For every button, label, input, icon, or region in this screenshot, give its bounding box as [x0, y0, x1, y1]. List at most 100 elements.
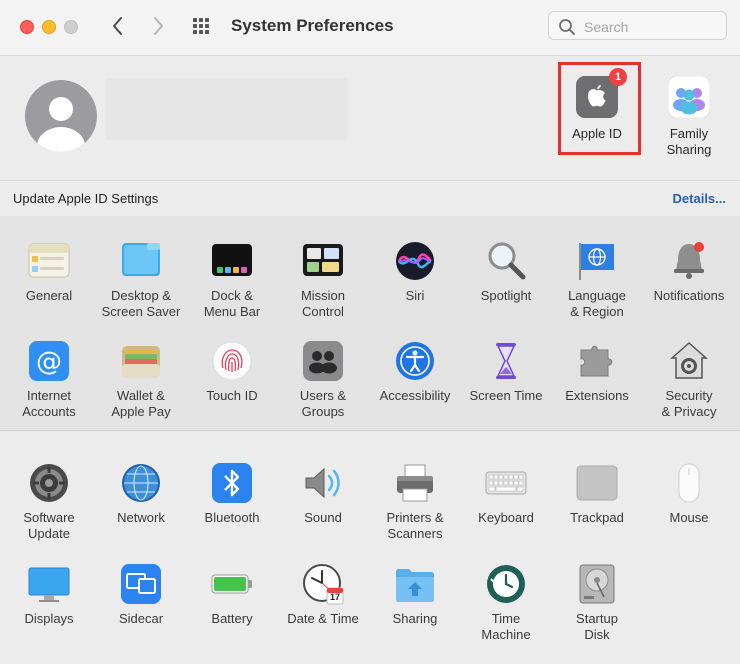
pref-spotlight[interactable]: Spotlight [460, 240, 552, 304]
pref-label: Bluetooth [204, 510, 260, 525]
pref-security-privacy[interactable]: Security & Privacy [643, 340, 735, 419]
pref-label: Trackpad [570, 510, 624, 525]
trackpad-icon [576, 462, 618, 504]
keyboard-icon [485, 462, 527, 504]
users-icon [302, 340, 344, 382]
globe-icon [120, 462, 162, 504]
apple-id-icon: 1 [576, 68, 627, 118]
zoom-window-button[interactable] [64, 20, 78, 34]
search-field[interactable] [548, 11, 727, 40]
pref-sharing[interactable]: Sharing [369, 563, 461, 627]
pref-label: Security & Privacy [661, 388, 717, 419]
pref-date-time[interactable]: 17 Date & Time [277, 563, 369, 627]
pref-label: Battery [211, 611, 253, 626]
title-bar: System Preferences [0, 0, 740, 56]
pref-time-machine[interactable]: Time Machine [460, 563, 552, 642]
family-sharing-label: Family Sharing [666, 126, 712, 157]
pref-general[interactable]: General [3, 240, 95, 304]
pref-label: Sidecar [118, 611, 164, 626]
user-avatar[interactable] [25, 80, 97, 152]
pref-desktop-screen-saver[interactable]: Desktop & Screen Saver [95, 240, 187, 319]
time-machine-icon [485, 563, 527, 605]
pref-label: Language & Region [568, 288, 626, 319]
pref-internet-accounts[interactable]: @ Internet Accounts [3, 340, 95, 419]
chevron-right-icon [154, 17, 163, 35]
sidecar-icon [120, 563, 162, 605]
search-icon [559, 19, 575, 35]
svg-text:@: @ [36, 347, 62, 377]
pref-apple-id[interactable]: 1 Apple ID [552, 68, 642, 142]
pref-section-personal: General Desktop & Screen Saver Dock & Me… [0, 216, 740, 431]
pref-label: Accessibility [379, 388, 451, 403]
pref-notifications[interactable]: Notifications [643, 240, 735, 304]
pref-label: Internet Accounts [22, 388, 76, 419]
pref-label: Extensions [565, 388, 629, 403]
show-all-button[interactable] [192, 16, 214, 36]
pref-sidecar[interactable]: Sidecar [95, 563, 187, 627]
pref-battery[interactable]: Battery [186, 563, 278, 627]
close-window-button[interactable] [20, 20, 34, 34]
pref-bluetooth[interactable]: Bluetooth [186, 462, 278, 526]
pref-label: Keyboard [478, 510, 534, 525]
pref-printers-scanners[interactable]: Printers & Scanners [369, 462, 461, 541]
pref-label: Date & Time [287, 611, 359, 626]
clock-icon: 17 [302, 563, 344, 605]
search-input[interactable] [582, 16, 724, 38]
grid-icon [193, 18, 209, 34]
disk-icon [576, 563, 618, 605]
pref-accessibility[interactable]: Accessibility [369, 340, 461, 404]
pref-software-update[interactable]: Software Update [3, 462, 95, 541]
account-name-placeholder [105, 78, 348, 140]
details-link[interactable]: Details... [673, 191, 726, 206]
pref-section-hardware: Software Update Network Bluetooth Sound … [0, 431, 740, 664]
notifications-icon [668, 240, 710, 282]
pref-displays[interactable]: Displays [3, 563, 95, 627]
pref-startup-disk[interactable]: Startup Disk [551, 563, 643, 642]
calendar-date: 17 [329, 592, 340, 602]
pref-extensions[interactable]: Extensions [551, 340, 643, 404]
window-title: System Preferences [231, 16, 394, 35]
puzzle-icon [576, 340, 618, 382]
siri-icon [394, 240, 436, 282]
forward-button[interactable] [146, 14, 170, 38]
pref-screen-time[interactable]: Screen Time [460, 340, 552, 404]
fingerprint-icon [211, 340, 253, 382]
update-apple-id-text: Update Apple ID Settings [13, 191, 159, 206]
notification-badge: 1 [609, 68, 627, 86]
pref-label: Network [117, 510, 165, 525]
pref-family-sharing[interactable]: Family Sharing [644, 75, 734, 158]
pref-mission-control[interactable]: Mission Control [277, 240, 369, 319]
accessibility-icon [394, 340, 436, 382]
gear-icon [28, 462, 70, 504]
pref-label: Wallet & Apple Pay [111, 388, 171, 419]
pref-touch-id[interactable]: Touch ID [186, 340, 278, 404]
pref-label: Printers & Scanners [386, 510, 444, 541]
pref-label: Siri [405, 288, 425, 303]
hourglass-icon [485, 340, 527, 382]
display-icon [28, 563, 70, 605]
pref-trackpad[interactable]: Trackpad [551, 462, 643, 526]
mission-control-icon [302, 240, 344, 282]
pref-label: Desktop & Screen Saver [101, 288, 181, 319]
pref-keyboard[interactable]: Keyboard [460, 462, 552, 526]
pref-users-groups[interactable]: Users & Groups [277, 340, 369, 419]
wallet-icon [120, 340, 162, 382]
pref-wallet-apple-pay[interactable]: Wallet & Apple Pay [95, 340, 187, 419]
minimize-window-button[interactable] [42, 20, 56, 34]
pref-dock-menu-bar[interactable]: Dock & Menu Bar [186, 240, 278, 319]
at-icon: @ [28, 340, 70, 382]
folder-icon [394, 563, 436, 605]
pref-network[interactable]: Network [95, 462, 187, 526]
language-icon [576, 240, 618, 282]
desktop-icon [120, 240, 162, 282]
pref-sound[interactable]: Sound [277, 462, 369, 526]
pref-label: Spotlight [480, 288, 532, 303]
pref-siri[interactable]: Siri [369, 240, 461, 304]
apple-id-label: Apple ID [572, 126, 622, 141]
pref-label: Mission Control [300, 288, 346, 319]
back-button[interactable] [106, 14, 130, 38]
pref-mouse[interactable]: Mouse [643, 462, 735, 526]
pref-language-region[interactable]: Language & Region [551, 240, 643, 319]
chevron-left-icon [113, 17, 122, 35]
pref-label: Screen Time [469, 388, 543, 403]
